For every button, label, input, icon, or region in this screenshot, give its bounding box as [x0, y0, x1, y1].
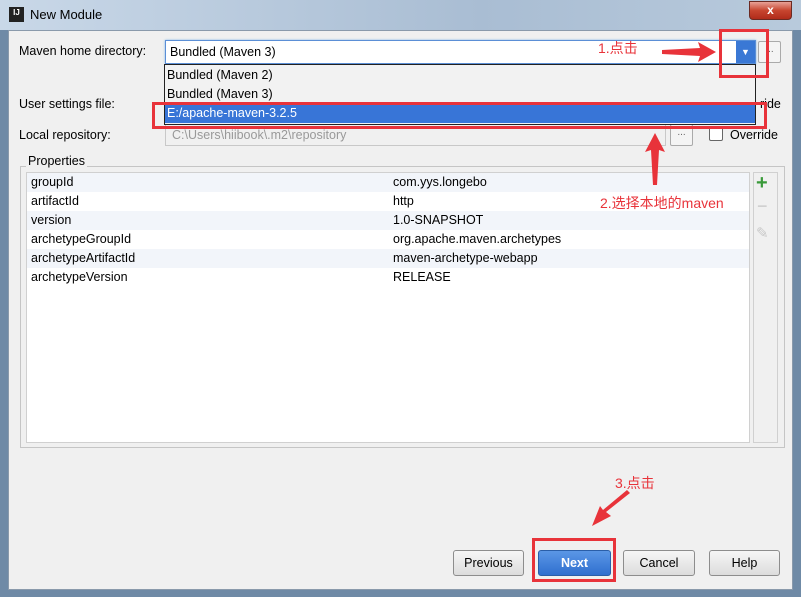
annotation-arrows	[592, 42, 716, 526]
arrow-icon	[645, 133, 665, 185]
arrow-icon	[662, 42, 716, 62]
arrow-icon	[592, 490, 630, 526]
